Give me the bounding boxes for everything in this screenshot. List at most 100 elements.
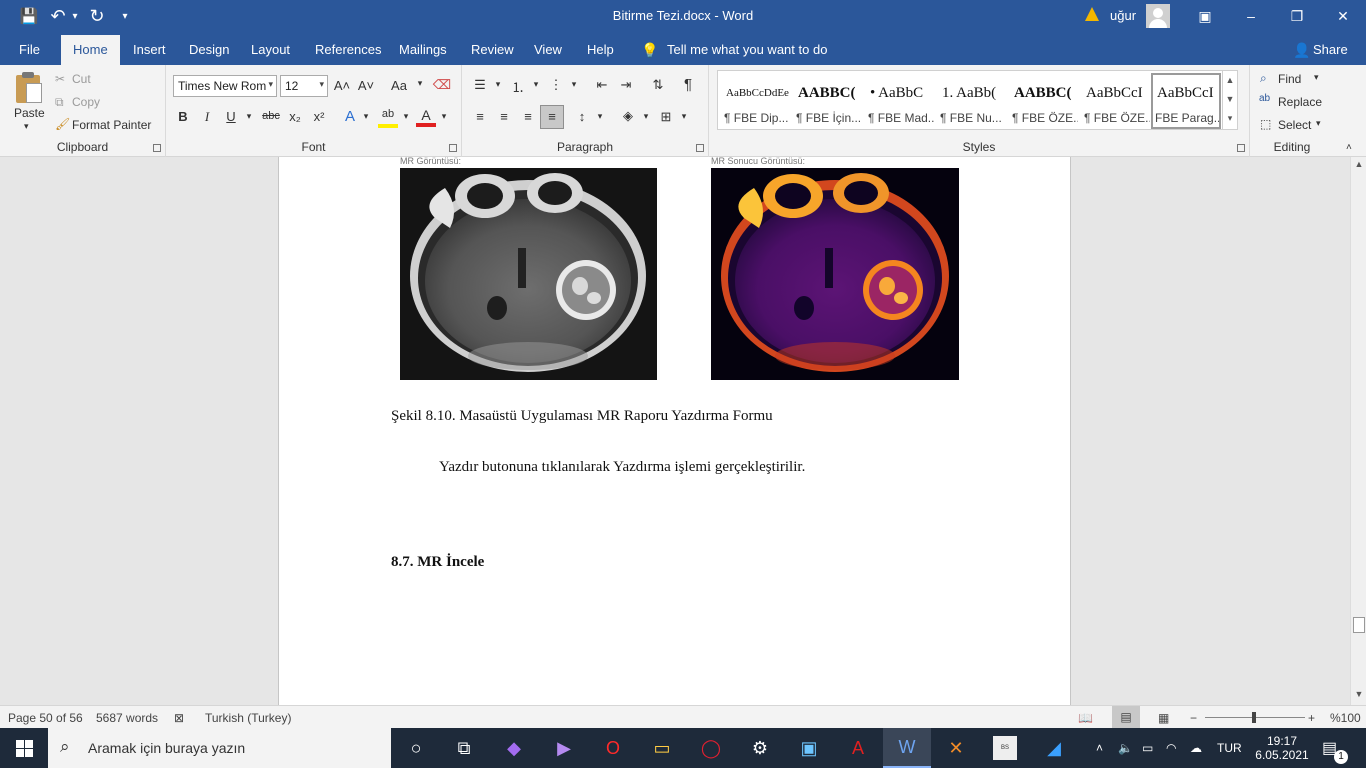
multilevel-list-icon[interactable]: ⋮ [546,77,566,93]
proofing-icon[interactable]: ⊠ [174,711,184,725]
style-fbe-oze-1[interactable]: AABBC(¶ FBE ÖZE... [1008,73,1078,129]
tab-review[interactable]: Review [471,42,514,57]
tab-home[interactable]: Home [61,35,120,65]
subscript-icon[interactable]: x₂ [285,109,305,124]
paste-icon[interactable] [14,71,44,105]
change-case-icon[interactable]: Aa [386,78,412,93]
web-layout-icon[interactable]: ▦ [1158,711,1169,725]
align-center-icon[interactable]: ≡ [494,109,514,124]
taskbar-search[interactable]: ⌕ Aramak için buraya yazın [48,728,391,768]
clear-formatting-icon[interactable]: ⌫ [432,77,452,93]
scrollbar-thumb[interactable] [1353,617,1365,633]
borders-icon[interactable]: ⊞ [656,109,676,125]
bullets-icon[interactable]: ☰ [470,77,490,93]
read-mode-icon[interactable]: 📖 [1078,711,1093,725]
vertical-scrollbar[interactable]: ▲ ▼ [1350,157,1366,705]
word-count[interactable]: 5687 words [96,711,158,725]
styles-more-icon[interactable]: ▾ [1223,109,1237,128]
task-view-icon[interactable]: ⧉ [440,728,488,768]
copy-icon[interactable]: ⧉ [55,95,64,110]
grow-font-icon[interactable]: A˄ [332,78,352,93]
cut-icon[interactable]: ✂ [55,72,65,86]
brainsoup-icon[interactable]: BS [981,728,1029,768]
tab-view[interactable]: View [534,42,562,57]
style-fbe-nu[interactable]: 1. AaBb(¶ FBE Nu... [936,73,1006,129]
numbering-icon[interactable]: ⒈ [508,77,528,96]
change-case-dropdown-icon[interactable]: ▾ [410,78,430,89]
format-painter-button[interactable]: Format Painter [72,118,151,132]
collapse-ribbon-icon[interactable]: ˄ [1346,142,1352,153]
opera-gx-icon[interactable]: ◯ [687,728,735,768]
share-icon[interactable]: 👤 [1293,42,1310,59]
cortana-icon[interactable]: ○ [392,728,440,768]
zoom-level[interactable]: %100 [1330,711,1361,725]
underline-dropdown-icon[interactable]: ▾ [239,111,259,122]
language-indicator[interactable]: Turkish (Turkey) [205,711,291,725]
battery-icon[interactable]: ▭ [1142,728,1153,768]
print-layout-icon[interactable]: ▤ [1112,706,1140,728]
numbering-dropdown-icon[interactable]: ▾ [526,79,546,90]
underline-icon[interactable]: U [221,109,241,124]
tab-layout[interactable]: Layout [251,42,290,57]
zoom-in-icon[interactable]: + [1308,711,1315,725]
highlight-icon[interactable]: ab [378,108,398,128]
sort-icon[interactable]: ⇅ [648,77,668,93]
copy-button[interactable]: Copy [72,95,100,109]
scroll-down-icon[interactable]: ▼ [1351,689,1366,705]
multilevel-dropdown-icon[interactable]: ▾ [564,79,584,90]
select-dropdown-icon[interactable]: ▾ [1316,118,1321,129]
styles-scroll-up-icon[interactable]: ▲ [1223,71,1237,90]
style-fbe-dip[interactable]: AaBbCcDdEe ¶ FBE Dip... [720,73,790,129]
clock[interactable]: 19:17 6.05.2021 [1254,728,1310,768]
align-left-icon[interactable]: ≡ [470,109,490,124]
select-button[interactable]: Select [1278,118,1311,132]
replace-button[interactable]: Replace [1278,95,1322,109]
font-color-icon[interactable]: A [416,107,436,127]
zoom-slider-thumb[interactable] [1252,712,1256,723]
decrease-indent-icon[interactable]: ⇤ [592,77,612,93]
file-explorer-icon[interactable]: ▭ [638,728,686,768]
tab-help[interactable]: Help [587,42,614,57]
clipboard-launcher-icon[interactable] [153,144,161,152]
document-page[interactable]: MR Görüntüsü: MR Sonucu Görüntüsü: Şekil… [278,157,1071,705]
zoom-out-icon[interactable]: − [1190,711,1197,725]
cut-button[interactable]: Cut [72,72,91,86]
find-button[interactable]: Find [1278,72,1301,86]
line-spacing-icon[interactable]: ↕ [572,109,592,124]
tab-file[interactable]: File [19,42,40,57]
increase-indent-icon[interactable]: ⇥ [616,77,636,93]
font-color-dropdown-icon[interactable]: ▾ [434,111,454,122]
font-size-box[interactable]: 12 [280,75,328,97]
windows-start-icon[interactable] [0,728,48,768]
paragraph-launcher-icon[interactable] [696,144,704,152]
show-hidden-icons-icon[interactable]: ˄ [1096,728,1103,768]
tab-references[interactable]: References [315,42,381,57]
lightbulb-icon[interactable]: 💡 [641,42,658,59]
superscript-icon[interactable]: x² [309,109,329,124]
vs-installer-icon[interactable]: ▶ [540,728,588,768]
bold-icon[interactable]: B [173,109,193,124]
borders-dropdown-icon[interactable]: ▾ [674,111,694,122]
tab-insert[interactable]: Insert [133,42,166,57]
input-language[interactable]: TUR [1217,728,1242,768]
warning-icon[interactable] [1085,7,1099,21]
tab-mailings[interactable]: Mailings [399,42,447,57]
paste-button[interactable]: Paste [14,106,45,120]
shrink-font-icon[interactable]: A˅ [356,78,376,93]
shading-icon[interactable]: ◈ [618,108,638,124]
close-button[interactable]: ✕ [1320,0,1366,32]
find-dropdown-icon[interactable]: ▾ [1314,72,1319,83]
shading-dropdown-icon[interactable]: ▾ [636,111,656,122]
restore-button[interactable]: ❐ [1274,0,1320,32]
tab-design[interactable]: Design [189,42,229,57]
justify-icon[interactable]: ≡ [540,105,564,129]
style-fbe-mad[interactable]: • AaBbC ¶ FBE Mad... [864,73,934,129]
tell-me-search[interactable]: Tell me what you want to do [667,42,827,57]
settings-gear-icon[interactable]: ⚙ [736,728,784,768]
find-icon[interactable]: ⌕ [1260,71,1267,86]
wifi-icon[interactable]: ◠ [1166,728,1176,768]
bullets-dropdown-icon[interactable]: ▾ [488,79,508,90]
opera-icon[interactable]: O [589,728,637,768]
select-icon[interactable]: ⬚ [1260,117,1271,131]
font-name-box[interactable]: Times New Rom [173,75,277,97]
